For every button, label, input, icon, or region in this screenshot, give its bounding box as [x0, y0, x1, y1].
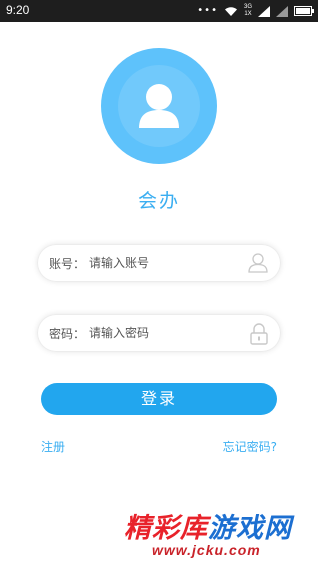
watermark-part2: 游戏网	[208, 513, 292, 544]
watermark-logo: 精彩库游戏网 www.jcku.com	[124, 506, 314, 562]
wifi-icon	[224, 6, 237, 16]
network-type-bottom: 1X	[244, 11, 252, 17]
register-link[interactable]: 注册	[41, 438, 65, 455]
status-icons: ••• 3G 1X	[197, 2, 314, 20]
watermark-part1: 精彩库	[124, 513, 208, 544]
user-icon	[139, 84, 179, 128]
status-time: 9:20	[6, 3, 30, 17]
network-type: 3G 1X	[244, 4, 252, 18]
watermark-url: www.jcku.com	[152, 542, 261, 558]
watermark-title: 精彩库游戏网	[124, 506, 292, 545]
user-outline-icon	[248, 253, 268, 273]
network-type-top: 3G	[243, 4, 252, 10]
password-label: 密码：	[49, 327, 86, 341]
account-input[interactable]	[89, 253, 239, 273]
signal-icon	[276, 5, 288, 17]
account-field[interactable]: 账号：	[37, 244, 281, 282]
lock-icon	[250, 323, 268, 345]
login-button[interactable]: 登录	[41, 383, 277, 415]
status-bar: 9:20 ••• 3G 1X	[0, 0, 318, 22]
signal-icon	[258, 5, 270, 17]
password-input[interactable]	[89, 323, 239, 343]
battery-icon	[294, 6, 314, 16]
notification-dots: •••	[197, 5, 218, 16]
password-field[interactable]: 密码：	[37, 314, 281, 352]
avatar	[101, 48, 217, 164]
forgot-password-link[interactable]: 忘记密码?	[223, 438, 277, 455]
app-title: 会办	[137, 190, 180, 212]
account-label: 账号：	[49, 257, 86, 271]
